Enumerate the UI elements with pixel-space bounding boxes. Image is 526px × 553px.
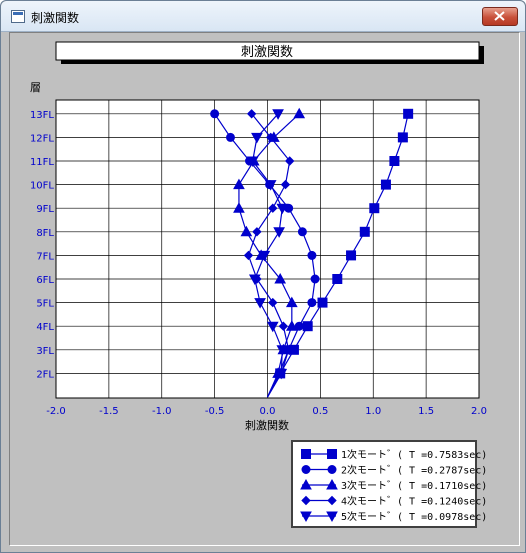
x-tick-label: -1.5 <box>99 406 119 417</box>
x-tick-label: -1.0 <box>152 406 172 417</box>
y-tick-label: 9FL <box>36 204 54 215</box>
chart-title: 刺激関数 <box>241 45 293 60</box>
close-button[interactable] <box>482 7 518 26</box>
legend-label: 5次モート゛( T =0.0978sec) <box>341 510 487 523</box>
chart-area: 刺激関数 層 -2.0 -1.5 -1.0 -0.5 0.0 0.5 1.0 1.5 2.0 2… <box>9 32 520 546</box>
y-tick-label: 10FL <box>30 181 54 192</box>
close-icon <box>494 11 505 21</box>
x-tick-label: 1.5 <box>418 406 434 417</box>
x-tick-labels: -2.0 -1.5 -1.0 -0.5 0.0 0.5 1.0 1.5 2.0 <box>46 406 487 417</box>
y-tick-labels: 2FL 3FL 4FL 5FL 6FL 7FL 8FL 9FL 10FL 11FL 12FL 13FL <box>30 110 54 381</box>
x-tick-label: 1.0 <box>365 406 381 417</box>
data-point <box>369 203 380 214</box>
y-tick-label: 11FL <box>30 157 54 168</box>
data-point <box>310 274 320 284</box>
data-point <box>302 321 313 332</box>
y-tick-label: 12FL <box>30 133 54 144</box>
data-point <box>403 108 414 119</box>
x-tick-label: 0.5 <box>312 406 328 417</box>
data-point <box>359 226 370 237</box>
data-point <box>346 250 357 261</box>
data-point <box>317 297 328 308</box>
data-point <box>332 274 343 284</box>
y-tick-label: 2FL <box>36 369 54 380</box>
legend-label: 2次モート゛( T =0.2787sec) <box>341 464 487 477</box>
legend-marker <box>327 465 337 474</box>
legend-label: 1次モート゛( T =0.7583sec) <box>341 448 487 461</box>
y-tick-label: 13FL <box>30 110 54 121</box>
x-axis-title: 刺激関数 <box>245 418 289 432</box>
legend: 1次モート゛( T =0.7583sec) 2次モート゛( T =0.2787se… <box>291 440 487 528</box>
data-point <box>397 132 408 143</box>
x-tick-label: 0.0 <box>260 406 276 417</box>
x-tick-label: 2.0 <box>471 406 487 417</box>
x-tick-label: -2.0 <box>46 406 66 417</box>
window-title: 刺激関数 <box>31 11 80 25</box>
x-tick-label: -0.5 <box>205 406 225 417</box>
data-point <box>307 250 317 260</box>
data-point <box>307 298 317 308</box>
legend-marker <box>327 449 337 459</box>
data-point <box>297 227 307 237</box>
chart-window: 刺激関数 刺激関数 層 -2.0 -1.5 -1.0 -0.5 0.0 0.5 1.0 1.5… <box>0 0 526 553</box>
data-point <box>225 132 235 142</box>
y-tick-label: 7FL <box>36 251 54 262</box>
data-point <box>380 179 391 190</box>
y-axis-title: 層 <box>30 81 41 94</box>
data-point <box>389 156 400 166</box>
legend-marker <box>301 465 311 474</box>
data-point <box>210 109 220 119</box>
y-tick-label: 5FL <box>36 299 54 310</box>
legend-label: 4次モート゛( T =0.1240sec) <box>341 495 487 508</box>
y-tick-label: 3FL <box>36 346 54 357</box>
y-tick-label: 6FL <box>36 275 54 286</box>
stimulus-function-chart: 刺激関数 層 -2.0 -1.5 -1.0 -0.5 0.0 0.5 1.0 1.5 2.0 2… <box>30 41 487 528</box>
app-icon[interactable] <box>11 10 25 23</box>
title-bar[interactable]: 刺激関数 <box>1 1 525 32</box>
legend-label: 3次モート゛( T =0.1710sec) <box>341 479 487 492</box>
y-tick-label: 4FL <box>36 322 54 333</box>
y-tick-label: 8FL <box>36 228 54 239</box>
legend-marker <box>301 449 311 459</box>
